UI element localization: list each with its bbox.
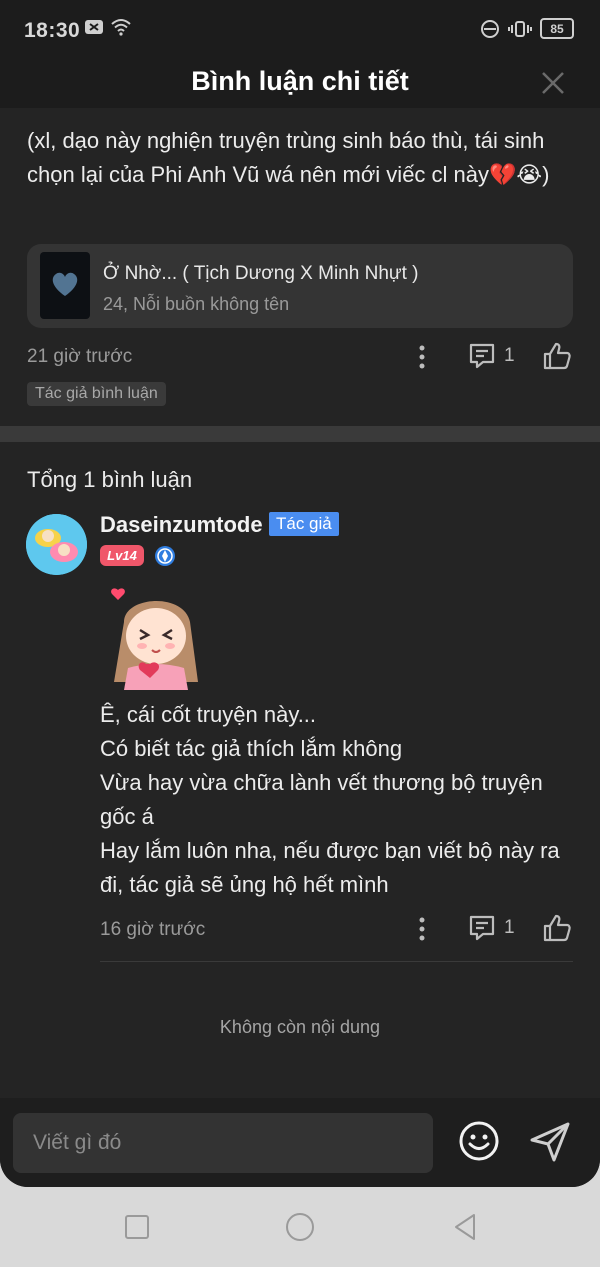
more-options-icon[interactable]	[418, 345, 426, 369]
recent-apps-icon[interactable]	[122, 1212, 152, 1242]
story-card[interactable]: Ở Nhờ... ( Tịch Dương X Minh Nhựt ) 24, …	[27, 244, 573, 328]
reply-body: Ê, cái cốt truyện này... Có biết tác giả…	[100, 698, 580, 902]
reply-line: Vừa hay vừa chữa lành vết thương bộ truy…	[100, 770, 543, 829]
more-options-icon[interactable]	[418, 917, 426, 941]
status-icons-left	[84, 18, 132, 36]
vibrate-icon	[508, 20, 532, 37]
status-time: 18:30	[24, 19, 81, 42]
battery-level: 85	[550, 21, 564, 36]
status-icons-right: 85	[480, 18, 574, 39]
reply-count: 1	[504, 917, 515, 938]
reply-line: Có biết tác giả thích lắm không	[100, 736, 403, 761]
reply-line: Ê, cái cốt truyện này...	[100, 702, 317, 727]
heart-cover-icon	[52, 272, 78, 296]
verified-icon	[155, 546, 175, 566]
author-comment-tag: Tác giả bình luận	[27, 382, 166, 406]
emoji-icon[interactable]	[458, 1120, 500, 1162]
battery-icon: 85	[540, 18, 574, 39]
close-icon[interactable]	[538, 68, 568, 98]
comment-icon	[469, 915, 495, 941]
comment-icon	[469, 343, 495, 369]
sticker-girl-icon	[111, 588, 198, 690]
avatar-image	[26, 514, 87, 575]
back-icon[interactable]	[450, 1212, 480, 1242]
username[interactable]: Daseinzumtode	[100, 512, 263, 538]
page-title: Bình luận chi tiết	[191, 66, 409, 96]
divider	[100, 961, 573, 962]
system-nav-bar	[0, 1187, 600, 1267]
original-comment-text: (xl, dạo này nghiện truyện trùng sinh bá…	[27, 128, 550, 187]
header: Bình luận chi tiết	[0, 56, 600, 108]
original-comment-time: 21 giờ trước	[27, 346, 133, 367]
comment-input[interactable]	[13, 1113, 433, 1173]
author-badge: Tác giả	[269, 512, 339, 536]
avatar[interactable]	[26, 514, 87, 575]
level-badge: Lv14	[100, 545, 144, 566]
reply-count: 1	[504, 345, 515, 366]
story-cover	[40, 252, 90, 319]
total-comments-label: Tổng 1 bình luận	[27, 467, 193, 492]
data-saver-icon	[481, 19, 499, 38]
like-icon[interactable]	[542, 913, 572, 943]
comment-input-bar	[0, 1098, 600, 1187]
like-icon[interactable]	[542, 341, 572, 371]
story-subtitle: 24, Nỗi buồn không tên	[103, 294, 290, 314]
reply-button[interactable]: 1	[468, 342, 515, 370]
wifi-icon	[111, 19, 131, 36]
reply-button[interactable]: 1	[468, 914, 515, 942]
story-title: Ở Nhờ... ( Tịch Dương X Minh Nhựt )	[103, 263, 419, 284]
comment-detail-sheet: 18:30 85 Bình luận chi tiết (xl, dạo này…	[0, 0, 600, 1187]
send-icon[interactable]	[528, 1120, 572, 1164]
reply-line: Hay lắm luôn nha, nếu được bạn viết bộ n…	[100, 838, 560, 897]
status-bar: 18:30 85	[0, 0, 600, 56]
notification-icon	[85, 20, 103, 34]
reply-time: 16 giờ trước	[100, 919, 206, 940]
end-of-content-label: Không còn nội dung	[219, 1017, 381, 1037]
section-divider	[0, 426, 600, 442]
home-icon[interactable]	[285, 1212, 315, 1242]
level-label: Lv14	[107, 548, 137, 563]
